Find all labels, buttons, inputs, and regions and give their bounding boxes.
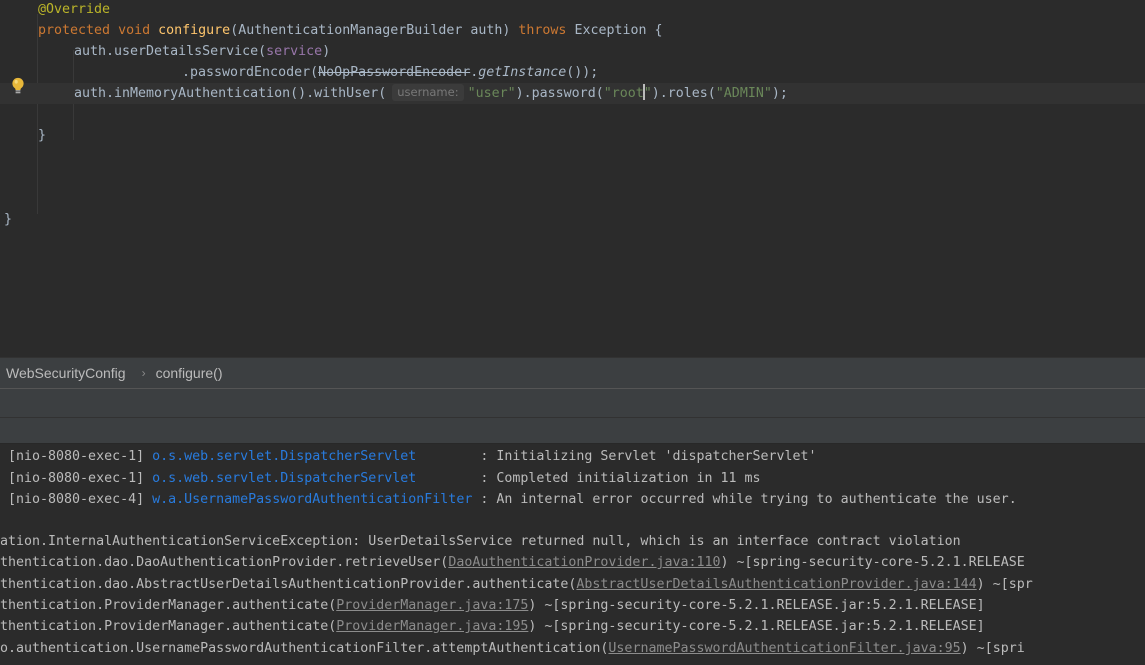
exception-type: Exception { [574, 23, 663, 38]
code-text: ) [322, 44, 331, 59]
stack-frame: thentication.ProviderManager.authenticat… [0, 619, 337, 634]
stack-frame: o.authentication.UsernamePasswordAuthent… [0, 641, 609, 656]
closing-brace: } [38, 128, 47, 143]
source-link[interactable]: ProviderManager.java:175 [336, 598, 528, 613]
lightbulb-icon[interactable] [11, 77, 25, 95]
stack-trace-line: thentication.dao.AbstractUserDetailsAuth… [0, 574, 1033, 595]
log-line: [nio-8080-exec-4] w.a.UsernamePasswordAu… [0, 489, 1017, 510]
exception-line: ation.InternalAuthenticationServiceExcep… [0, 534, 961, 549]
code-text: ()); [566, 65, 599, 80]
stack-trace-line: thentication.ProviderManager.authenticat… [0, 616, 985, 637]
log-line: [nio-8080-exec-1] o.s.web.servlet.Dispat… [0, 468, 761, 489]
log-line: [nio-8080-exec-1] o.s.web.servlet.Dispat… [0, 446, 817, 467]
code-line-password-encoder[interactable]: .passwordEncoder(NoOpPasswordEncoder.get… [0, 62, 1145, 83]
breadcrumb-item-class[interactable]: WebSecurityConfig [0, 365, 132, 381]
string-literal: " [643, 86, 652, 101]
keyword-protected: protected [38, 23, 111, 38]
breadcrumb-item-method[interactable]: configure() [150, 365, 229, 381]
code-text: ); [771, 86, 788, 101]
source-link[interactable]: DaoAuthenticationProvider.java:110 [448, 555, 720, 570]
stack-frame-suffix: ) ~[spring-security-core-5.2.1.RELEASE.j… [528, 598, 985, 613]
stack-frame: thentication.ProviderManager.authenticat… [0, 598, 337, 613]
code-line-method-close[interactable]: } [0, 125, 1145, 146]
log-message: : An internal error occurred while tryin… [472, 492, 1017, 507]
stack-frame-suffix: ) ~[spri [960, 641, 1025, 656]
stack-frame: thentication.dao.DaoAuthenticationProvid… [0, 555, 449, 570]
log-message: : Initializing Servlet 'dispatcherServle… [472, 449, 817, 464]
code-line-in-memory-auth[interactable]: auth.inMemoryAuthentication().withUser( u… [0, 83, 1145, 104]
code-line-user-details-service[interactable]: auth.userDetailsService(service) [0, 41, 1145, 62]
method-name: configure [158, 23, 231, 38]
parameter-hint: username: [392, 83, 464, 101]
code-text: ).roles( [651, 86, 716, 101]
stack-trace-line: thentication.dao.DaoAuthenticationProvid… [0, 552, 1025, 573]
chevron-right-icon: › [141, 366, 146, 380]
code-text: ).password( [515, 86, 604, 101]
tool-window-header [0, 388, 1145, 417]
code-line-class-close[interactable]: } [0, 209, 1145, 230]
source-link[interactable]: AbstractUserDetailsAuthenticationProvide… [576, 577, 976, 592]
string-literal: "root [603, 86, 644, 101]
log-thread: [nio-8080-exec-1] [0, 449, 153, 464]
source-link[interactable]: UsernamePasswordAuthenticationFilter.jav… [608, 641, 960, 656]
override-annotation: @Override [38, 2, 111, 17]
log-logger: o.s.web.servlet.DispatcherServlet [152, 471, 473, 486]
code-line-method-signature[interactable]: protected void configure(AuthenticationM… [0, 20, 1145, 41]
code-editor[interactable]: @Override protected void configure(Authe… [0, 0, 1145, 357]
log-logger: o.s.web.servlet.DispatcherServlet [152, 449, 473, 464]
string-literal: "user" [467, 86, 516, 101]
static-method-call: getInstance [478, 65, 567, 80]
log-message: : Completed initialization in 11 ms [472, 471, 761, 486]
console-output[interactable]: [nio-8080-exec-1] o.s.web.servlet.Dispat… [0, 444, 1145, 665]
stack-frame-suffix: ) ~[spr [976, 577, 1033, 592]
tool-window-toolbar [0, 417, 1145, 444]
code-text: auth.inMemoryAuthentication().withUser( [74, 86, 387, 101]
log-thread: [nio-8080-exec-4] [0, 492, 153, 507]
stack-frame-suffix: ) ~[spring-security-core-5.2.1.RELEASE [720, 555, 1025, 570]
code-text: .passwordEncoder( [182, 65, 319, 80]
stack-trace-line: thentication.ProviderManager.authenticat… [0, 595, 985, 616]
keyword-throws: throws [518, 23, 567, 38]
string-literal: "ADMIN" [715, 86, 772, 101]
method-params: (AuthenticationManagerBuilder auth) [230, 23, 511, 38]
log-logger: w.a.UsernamePasswordAuthenticationFilter [152, 492, 473, 507]
keyword-void: void [118, 23, 151, 38]
breadcrumb: WebSecurityConfig › configure() [0, 357, 1145, 388]
source-link[interactable]: ProviderManager.java:195 [336, 619, 528, 634]
stack-frame-suffix: ) ~[spring-security-core-5.2.1.RELEASE.j… [528, 619, 985, 634]
stack-trace-line: o.authentication.UsernamePasswordAuthent… [0, 638, 1025, 659]
code-text: auth.userDetailsService( [74, 44, 267, 59]
text-caret [642, 84, 645, 100]
code-line-override[interactable]: @Override [0, 0, 1145, 20]
deprecated-class: NoOpPasswordEncoder [318, 65, 471, 80]
closing-brace: } [4, 212, 13, 227]
stack-frame: thentication.dao.AbstractUserDetailsAuth… [0, 577, 577, 592]
service-field: service [266, 44, 323, 59]
log-thread: [nio-8080-exec-1] [0, 471, 153, 486]
